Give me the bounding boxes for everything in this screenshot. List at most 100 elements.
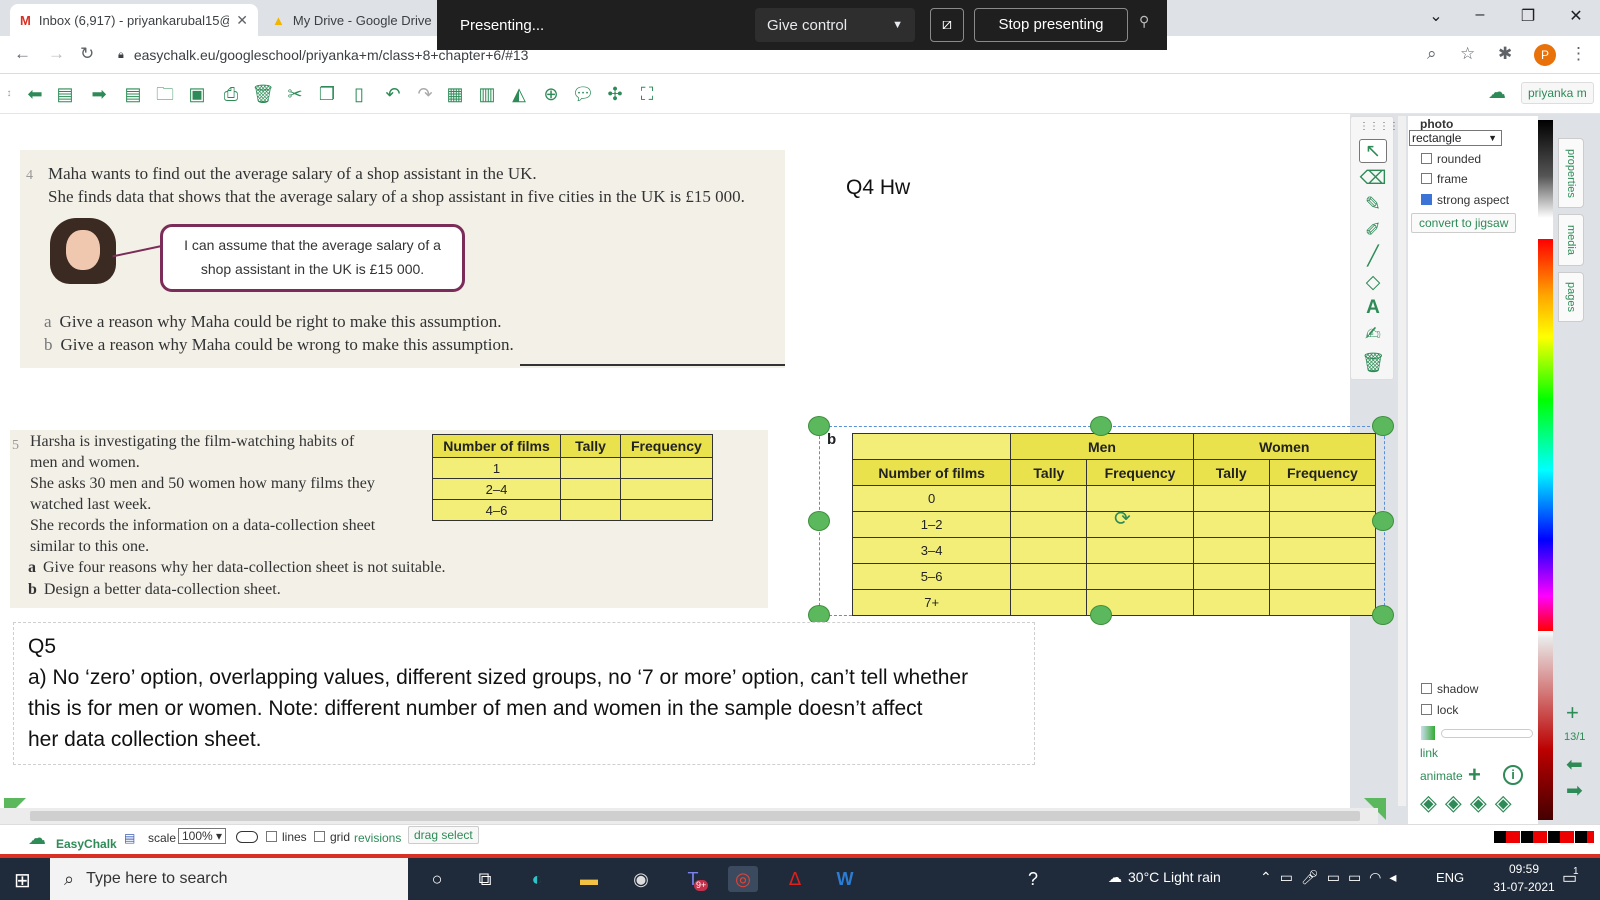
stop-presenting-button[interactable]: Stop presenting (974, 8, 1128, 42)
shape-select[interactable]: rectangle ▼ (1409, 130, 1502, 146)
lines-checkbox[interactable]: lines (266, 830, 307, 844)
paste-icon[interactable]: ▯ (346, 82, 372, 106)
pen-icon[interactable]: ✎ (1359, 193, 1387, 217)
document-icon[interactable]: ▤ (120, 82, 146, 106)
resize-handle-top-right[interactable] (1372, 416, 1394, 436)
copy-icon[interactable]: ❐ (314, 82, 340, 106)
color-palette[interactable] (1538, 120, 1553, 820)
extensions-icon[interactable]: ✱ (1498, 44, 1512, 64)
handwriting-icon[interactable]: ✍︎ (1359, 323, 1387, 347)
toggle-switch[interactable] (236, 831, 258, 843)
user-name[interactable]: priyanka m (1521, 82, 1594, 104)
tab-search-icon[interactable]: ⌄ (1424, 6, 1448, 26)
web-media-icon[interactable]: ⊕ (538, 82, 564, 106)
tab-drive[interactable]: ▲ My Drive - Google Drive (262, 4, 432, 36)
help-icon[interactable]: ? (1018, 866, 1048, 892)
tab-gmail[interactable]: M Inbox (6,917) - priyankarubal15@ ✕ (10, 4, 258, 36)
link-label[interactable]: link (1420, 746, 1438, 760)
delete-icon[interactable]: 🗑︎ (1359, 351, 1387, 375)
bar-chart-icon[interactable]: ▥ (474, 82, 500, 106)
avatar[interactable]: P (1534, 44, 1556, 66)
prev-page-arrow-icon[interactable]: ⬅ (1566, 752, 1583, 777)
add-page-icon[interactable]: + (1566, 700, 1579, 726)
system-tray-icons[interactable]: ⌃▭🎤︎▭▭◠◂ (1260, 869, 1404, 886)
acrobat-icon[interactable]: ᐃ (780, 866, 810, 892)
pin-icon[interactable]: ⚲ (1139, 13, 1149, 30)
clock-time[interactable]: 09:59 (1494, 862, 1554, 876)
speech-bubble-icon[interactable]: 💬︎ (570, 82, 596, 106)
color-swatches[interactable] (1494, 831, 1594, 843)
drag-select-button[interactable]: drag select (408, 826, 479, 844)
stop-cast-icon[interactable]: ⧄ (930, 8, 964, 42)
print-icon[interactable]: ⎙ (218, 82, 244, 106)
add-animation-icon[interactable]: + (1468, 762, 1481, 788)
select-arrow-icon[interactable]: ↖ (1359, 139, 1387, 163)
widgets-icon[interactable]: ✣ (602, 82, 628, 106)
tab-pages[interactable]: pages (1558, 272, 1584, 322)
weather-widget[interactable]: ☁ 30°C Light rain (1108, 869, 1221, 886)
clock-date[interactable]: 31-07-2021 (1488, 880, 1560, 894)
resize-handle-bottom-right[interactable] (1372, 605, 1394, 625)
grid-checkbox[interactable]: grid (314, 830, 350, 844)
resize-handle-right[interactable] (1372, 511, 1394, 531)
taskbar-search[interactable]: ⌕ Type here to search (50, 858, 408, 900)
strong-aspect-checkbox[interactable]: strong aspect (1421, 193, 1509, 207)
reload-icon[interactable]: ↻ (80, 44, 94, 64)
windows-start-icon[interactable]: ⊞ (14, 868, 31, 893)
trash-icon[interactable]: 🗑︎ (250, 82, 276, 106)
resize-handle-bottom[interactable] (1090, 605, 1112, 625)
rotate-handle-icon[interactable]: ⟳ (1114, 506, 1131, 531)
zoom-icon[interactable]: ⌕ (1427, 44, 1437, 64)
language-indicator[interactable]: ENG (1436, 870, 1464, 885)
language-flag-icon[interactable]: ▤ (124, 831, 135, 845)
menu-icon[interactable]: ⋮ (1570, 44, 1587, 64)
revisions-link[interactable]: revisions (354, 831, 401, 845)
camera-icon[interactable]: ◉ (626, 866, 656, 892)
chrome-icon[interactable]: ◎ (728, 866, 758, 892)
cut-icon[interactable]: ✂ (282, 82, 308, 106)
resize-handle-top[interactable] (1090, 416, 1112, 436)
next-page-arrow-icon[interactable]: ➡ (1566, 778, 1583, 803)
file-explorer-icon[interactable]: ▬ (574, 866, 604, 892)
horizontal-scrollbar[interactable] (0, 808, 1378, 824)
opacity-slider[interactable] (1441, 729, 1533, 738)
close-window-icon[interactable]: ✕ (1564, 6, 1588, 26)
area-chart-icon[interactable]: ◭ (506, 82, 532, 106)
undo-icon[interactable]: ↶ (380, 82, 406, 106)
give-control-dropdown[interactable]: Give control ▼ (755, 8, 915, 42)
convert-to-jigsaw-button[interactable]: convert to jigsaw (1411, 213, 1517, 233)
previous-page-icon[interactable]: ⬅ (22, 82, 48, 106)
layer-order-icons[interactable]: ◈◈◈◈ (1420, 790, 1520, 816)
table-icon[interactable]: ▦ (442, 82, 468, 106)
presentation-icon[interactable]: ⛶ (634, 82, 660, 106)
toolbar-grip-icon[interactable]: ↕ (4, 82, 14, 106)
vertical-scrollbar[interactable] (1398, 116, 1406, 806)
eraser-icon[interactable]: ⌫ (1359, 167, 1387, 191)
teams-icon[interactable]: T 9+ (678, 866, 709, 892)
line-icon[interactable]: ╱ (1359, 245, 1387, 269)
redo-icon[interactable]: ↷ (412, 82, 438, 106)
notifications-icon[interactable]: ▭ 1 (1562, 866, 1579, 888)
lock-checkbox[interactable]: lock (1421, 703, 1458, 717)
shapes-icon[interactable]: ◇ (1359, 271, 1387, 295)
text-icon[interactable]: A (1359, 297, 1387, 321)
info-icon[interactable]: i (1503, 765, 1523, 785)
open-folder-icon[interactable]: 🗀︎ (152, 82, 178, 106)
highlighter-icon[interactable]: ✐ (1359, 219, 1387, 243)
resize-handle-top-left[interactable] (808, 416, 830, 436)
q5-answer-textbox[interactable]: Q5 a) No ‘zero’ option, overlapping valu… (13, 622, 1035, 765)
forward-icon[interactable]: → (48, 44, 65, 64)
bookmark-star-icon[interactable]: ☆ (1460, 44, 1475, 64)
new-page-icon[interactable]: ▤ (52, 82, 78, 106)
resize-handle-left[interactable] (808, 511, 830, 531)
edge-icon[interactable]: ◐ (522, 866, 552, 892)
rounded-checkbox[interactable]: rounded (1421, 152, 1481, 166)
close-tab-icon[interactable]: ✕ (236, 12, 248, 29)
restore-icon[interactable]: ❐ (1516, 6, 1540, 26)
shadow-checkbox[interactable]: shadow (1421, 682, 1478, 696)
frame-checkbox[interactable]: frame (1421, 172, 1468, 186)
back-icon[interactable]: ← (14, 44, 31, 64)
cloud-sync-icon[interactable]: ☁ (1488, 82, 1506, 103)
task-view-icon[interactable]: ⧉ (470, 866, 500, 892)
save-icon[interactable]: ▣ (184, 82, 210, 106)
